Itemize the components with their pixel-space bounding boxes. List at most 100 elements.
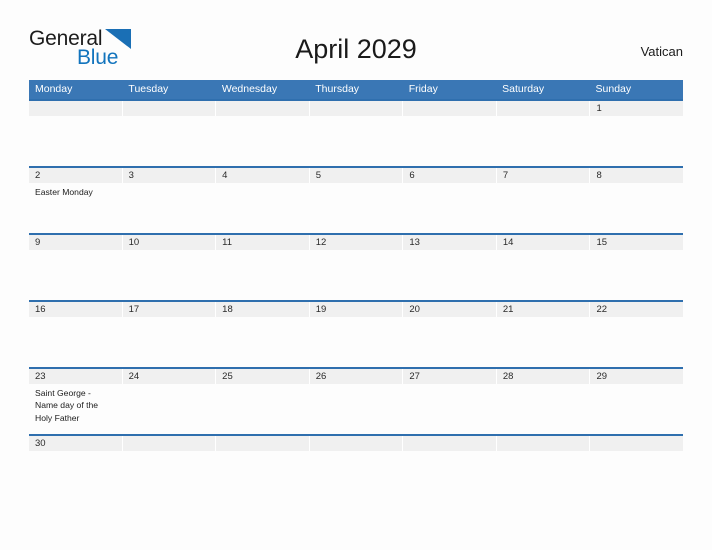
day-number-9[interactable]: 9 <box>29 235 122 250</box>
day-event-empty <box>590 183 683 233</box>
day-number-28[interactable]: 28 <box>496 369 590 384</box>
day-event-empty <box>403 116 496 166</box>
day-number-24[interactable]: 24 <box>122 369 216 384</box>
day-number-13[interactable]: 13 <box>403 235 496 250</box>
day-event-empty <box>403 183 496 233</box>
day-cell-empty <box>216 101 309 116</box>
day-number-16[interactable]: 16 <box>29 302 122 317</box>
day-event-empty <box>403 384 496 434</box>
day-event-empty <box>590 384 683 434</box>
page-title: April 2029 <box>295 34 417 64</box>
day-number-4[interactable]: 4 <box>216 168 309 183</box>
week-event-band <box>29 317 683 367</box>
day-event-empty <box>309 317 402 367</box>
day-event-empty <box>496 384 589 434</box>
day-number-11[interactable]: 11 <box>216 235 309 250</box>
day-number-21[interactable]: 21 <box>496 302 590 317</box>
week-number-band: 30 <box>29 436 684 451</box>
day-of-week-thursday: Thursday <box>315 83 360 95</box>
day-number-3[interactable]: 3 <box>122 168 216 183</box>
day-number-1[interactable]: 1 <box>590 101 684 116</box>
day-number-7[interactable]: 7 <box>496 168 590 183</box>
day-number-14[interactable]: 14 <box>496 235 590 250</box>
calendar-weeks: 1 2 3 4 5 6 7 8 Easter Monday 9 10 11 12 13 14 15 16 17 18… <box>29 99 684 456</box>
day-event-empty <box>216 384 309 434</box>
day-number-17[interactable]: 17 <box>122 302 216 317</box>
week-event-band: Easter Monday <box>29 183 683 233</box>
day-of-week-sunday: Sunday <box>595 83 632 95</box>
day-event-empty <box>122 250 215 300</box>
day-cell-empty <box>590 436 684 451</box>
day-cell-empty <box>122 436 216 451</box>
day-number-10[interactable]: 10 <box>122 235 216 250</box>
week-event-band: Saint George - Name day of the Holy Fath… <box>29 384 683 434</box>
day-of-week-friday: Friday <box>408 83 438 95</box>
day-cell-empty <box>309 436 403 451</box>
day-event-empty <box>216 317 309 367</box>
day-of-week-saturday: Saturday <box>502 83 545 95</box>
day-event-empty <box>122 384 215 434</box>
day-event-empty <box>496 116 589 166</box>
day-event-empty <box>590 250 683 300</box>
day-number-6[interactable]: 6 <box>403 168 496 183</box>
day-of-week-tuesday: Tuesday <box>128 83 169 95</box>
day-number-20[interactable]: 20 <box>403 302 496 317</box>
calendar-week-row: 30 <box>29 434 684 456</box>
day-cell-empty <box>496 436 590 451</box>
day-event-empty <box>309 183 402 233</box>
region-label: Vatican <box>640 44 683 59</box>
week-number-band: 16 17 18 19 20 21 22 <box>29 302 684 317</box>
calendar-week-row: 1 <box>29 99 684 166</box>
day-event-empty <box>29 317 122 367</box>
day-cell-empty <box>309 101 403 116</box>
day-event-empty <box>309 250 402 300</box>
day-number-23[interactable]: 23 <box>29 369 122 384</box>
day-of-week-header: Monday Tuesday Wednesday Thursday Friday Satu… <box>29 80 683 99</box>
day-number-29[interactable]: 29 <box>590 369 684 384</box>
day-number-5[interactable]: 5 <box>309 168 403 183</box>
day-event-empty <box>309 116 402 166</box>
day-number-25[interactable]: 25 <box>216 369 309 384</box>
day-event-empty <box>496 317 589 367</box>
day-event-empty <box>29 116 122 166</box>
day-number-30[interactable]: 30 <box>29 436 122 451</box>
day-number-8[interactable]: 8 <box>590 168 684 183</box>
day-event-empty <box>496 183 589 233</box>
day-number-18[interactable]: 18 <box>216 302 309 317</box>
day-cell-empty <box>29 101 122 116</box>
day-event-empty <box>590 116 683 166</box>
day-number-27[interactable]: 27 <box>403 369 496 384</box>
week-number-band: 2345678 <box>29 168 684 183</box>
week-event-band <box>29 250 683 300</box>
day-event-empty <box>496 250 589 300</box>
calendar-page: General Blue April 2029 Vatican Monday Tu… <box>0 0 712 550</box>
day-number-26[interactable]: 26 <box>309 369 403 384</box>
calendar-week-row: 2 3 4 5 6 7 8 Easter Monday <box>29 166 684 233</box>
day-cell-empty <box>122 101 216 116</box>
day-event-empty <box>122 116 215 166</box>
day-cell-empty <box>403 436 496 451</box>
calendar-week-row: 23 24 25 26 27 28 29 Saint George - Name day of… <box>29 367 684 434</box>
day-cell-empty <box>403 101 496 116</box>
day-number-22[interactable]: 22 <box>590 302 684 317</box>
week-number-band: 1 <box>29 101 684 116</box>
calendar-grid: Monday Tuesday Wednesday Thursday Friday Satu… <box>29 80 684 456</box>
week-number-band: 9 10 11 12 13 14 15 <box>29 235 684 250</box>
day-event-empty <box>309 384 402 434</box>
day-event-empty <box>216 183 309 233</box>
page-header: General Blue April 2029 Vatican <box>0 0 712 76</box>
day-of-week-wednesday: Wednesday <box>221 83 278 95</box>
day-cell-empty <box>216 436 309 451</box>
day-event-empty <box>216 250 309 300</box>
calendar-week-row: 16 17 18 19 20 21 22 <box>29 300 684 367</box>
day-event-text: Saint George - Name day of the Holy Fath… <box>35 388 99 423</box>
week-number-band: 23 24 25 26 27 28 29 <box>29 369 684 384</box>
day-number-2[interactable]: 2 <box>29 168 122 183</box>
day-number-12[interactable]: 12 <box>309 235 403 250</box>
day-event-empty <box>216 116 309 166</box>
day-event-empty <box>122 317 215 367</box>
day-number-15[interactable]: 15 <box>590 235 684 250</box>
day-event-text: Easter Monday <box>35 187 93 197</box>
day-number-19[interactable]: 19 <box>309 302 403 317</box>
calendar-week-row: 9 10 11 12 13 14 15 <box>29 233 684 300</box>
